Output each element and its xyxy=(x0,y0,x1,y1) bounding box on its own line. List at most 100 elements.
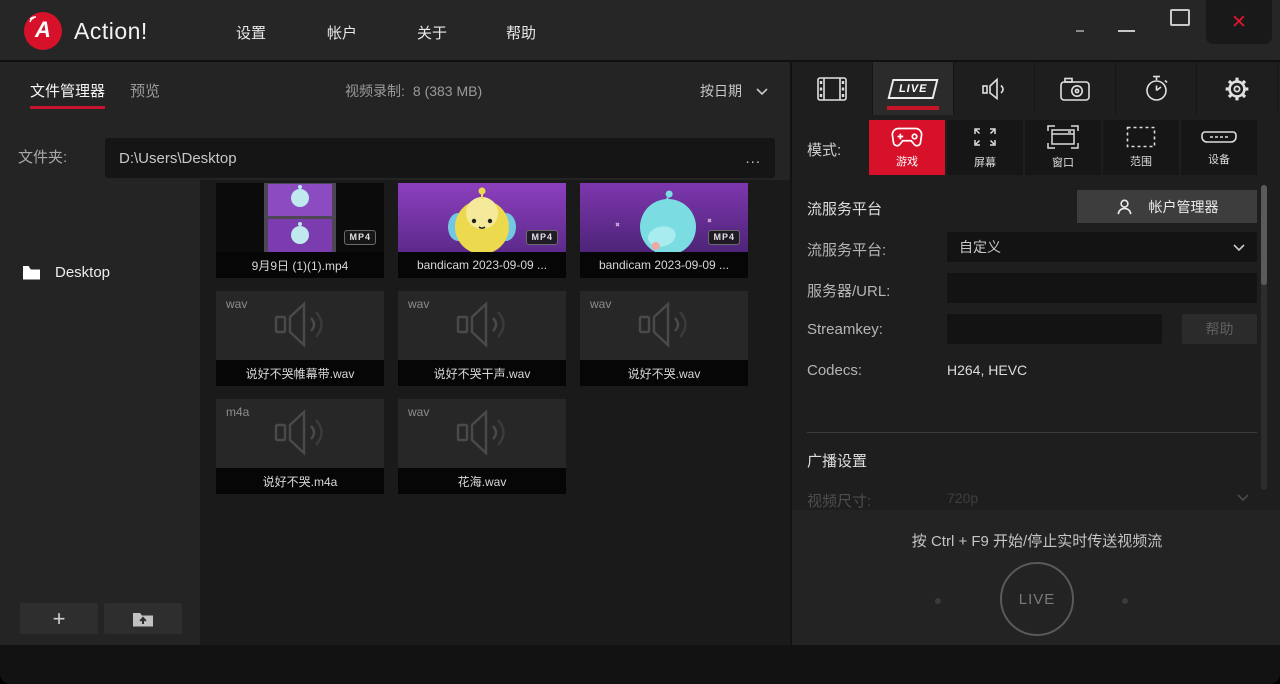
add-icon: + xyxy=(53,606,66,632)
file-tile-audio[interactable]: wav 说好不哭干声.wav xyxy=(398,291,566,386)
streamkey-field xyxy=(947,314,1162,344)
app-title: Action! xyxy=(74,18,148,45)
server-url-label: 服务器/URL: xyxy=(807,280,890,301)
maximize-button[interactable] xyxy=(1170,9,1190,26)
tab-settings[interactable] xyxy=(1197,62,1278,115)
chevron-down-icon xyxy=(1237,494,1249,501)
mode-region-button[interactable]: 范围 xyxy=(1103,120,1179,175)
recordings-summary: 视频录制:8 (383 MB) xyxy=(345,81,482,101)
file-name: bandicam 2023-09-09 ... xyxy=(398,252,566,278)
tab-screenshots[interactable] xyxy=(1035,62,1116,115)
timer-tab-icon xyxy=(1143,75,1170,102)
mode-screen-button[interactable]: 屏幕 xyxy=(947,120,1023,175)
mode-window-button[interactable]: 窗口 xyxy=(1025,120,1101,175)
live-hotkey-hint: 按 Ctrl + F9 开始/停止实时传送视频流 xyxy=(792,530,1280,551)
device-icon xyxy=(1201,128,1237,146)
menu-settings[interactable]: 设置 xyxy=(236,22,266,43)
file-tile-video[interactable]: MP4 bandicam 2023-09-09 ... xyxy=(580,183,748,278)
file-tile-audio[interactable]: wav 说好不哭.wav xyxy=(580,291,748,386)
recordings-tab-icon xyxy=(817,77,847,101)
live-start-button[interactable]: LIVE xyxy=(1000,562,1074,636)
live-tab-icon: LIVE xyxy=(887,79,938,99)
audio-type-label: wav xyxy=(408,405,429,419)
tree-item-desktop[interactable]: Desktop xyxy=(0,258,200,286)
menu-account[interactable]: 帐户 xyxy=(327,22,357,43)
tab-audio[interactable] xyxy=(954,62,1035,115)
sort-by-dropdown[interactable]: 按日期 xyxy=(700,81,768,101)
region-icon xyxy=(1126,126,1156,148)
scrollbar-thumb[interactable] xyxy=(1261,185,1267,285)
file-tile-video[interactable]: MP4 9月9日 (1)(1).mp4 xyxy=(216,183,384,278)
import-folder-button[interactable] xyxy=(104,603,182,634)
file-name: 说好不哭.wav xyxy=(580,360,748,386)
add-folder-button[interactable]: + xyxy=(20,603,98,634)
platform-dropdown[interactable]: 自定义 xyxy=(947,232,1257,262)
tab-live[interactable]: LIVE xyxy=(873,62,954,115)
audio-type-label: wav xyxy=(408,297,429,311)
browse-folder-button[interactable]: ... xyxy=(745,150,761,167)
decor-dot-icon xyxy=(935,598,941,604)
speaker-icon xyxy=(448,407,516,457)
file-name: bandicam 2023-09-09 ... xyxy=(580,252,748,278)
video-size-value: 720p xyxy=(947,490,978,506)
speaker-icon xyxy=(448,299,516,349)
gamepad-icon xyxy=(890,126,924,148)
mode-device-button[interactable]: 设备 xyxy=(1181,120,1257,175)
screenshot-tab-icon xyxy=(1060,77,1090,101)
minimize-button[interactable] xyxy=(1118,30,1135,32)
pin-icon[interactable] xyxy=(1076,30,1084,32)
tab-recordings[interactable] xyxy=(792,62,873,115)
stream-section-title: 流服务平台 xyxy=(807,198,882,219)
server-url-input[interactable] xyxy=(959,280,1245,296)
speaker-icon xyxy=(266,299,334,349)
mode-game-button[interactable]: 游戏 xyxy=(869,120,945,175)
video-thumbnail: MP4 xyxy=(398,183,566,252)
chevron-down-icon xyxy=(1233,244,1245,251)
folder-label: 文件夹: xyxy=(18,146,67,167)
live-footer: 按 Ctrl + F9 开始/停止实时传送视频流 LIVE xyxy=(792,510,1280,645)
tab-preview[interactable]: 预览 xyxy=(130,80,160,101)
file-name: 说好不哭.m4a xyxy=(216,468,384,494)
close-button[interactable]: ✕ xyxy=(1206,0,1272,44)
live-panel: LIVE 模式: 游戏 屏幕 xyxy=(790,62,1280,645)
platform-value: 自定义 xyxy=(959,237,1001,257)
file-tile-audio[interactable]: wav 花海.wav xyxy=(398,399,566,494)
settings-tab-icon xyxy=(1223,75,1251,103)
video-size-label: 视频尺寸: xyxy=(807,490,871,511)
tab-timer[interactable] xyxy=(1116,62,1197,115)
section-divider xyxy=(807,432,1257,433)
titlebar: A Action! 设置 帐户 关于 帮助 ✕ xyxy=(0,0,1280,62)
settings-scrollbar[interactable] xyxy=(1261,185,1267,490)
window-bottom-strip xyxy=(0,645,1280,684)
app-window: A Action! 设置 帐户 关于 帮助 ✕ 文件管理器 预览 视频录制:8 … xyxy=(0,0,1280,684)
right-panel-tabs: LIVE xyxy=(792,62,1280,115)
help-button[interactable]: 帮助 xyxy=(1182,314,1257,344)
streamkey-label: Streamkey: xyxy=(807,321,883,338)
menu-about[interactable]: 关于 xyxy=(417,22,447,43)
account-manager-button[interactable]: 帐户管理器 xyxy=(1077,190,1257,223)
file-tile-audio[interactable]: wav 说好不哭帷幕带.wav xyxy=(216,291,384,386)
tab-file-manager[interactable]: 文件管理器 xyxy=(30,80,105,101)
file-grid: MP4 9月9日 (1)(1).mp4 xyxy=(200,180,790,645)
codecs-value: H264, HEVC xyxy=(947,362,1027,378)
file-name: 9月9日 (1)(1).mp4 xyxy=(216,252,384,278)
server-url-field xyxy=(947,273,1257,303)
app-logo-icon: A xyxy=(24,12,62,50)
chevron-down-icon xyxy=(756,88,768,95)
file-tile-audio[interactable]: m4a 说好不哭.m4a xyxy=(216,399,384,494)
file-tile-video[interactable]: MP4 bandicam 2023-09-09 ... xyxy=(398,183,566,278)
screen-icon xyxy=(971,125,999,149)
streamkey-input[interactable] xyxy=(959,321,1150,337)
mode-label: 模式: xyxy=(807,139,841,160)
video-thumbnail: MP4 xyxy=(216,183,384,252)
import-folder-icon xyxy=(132,610,154,627)
broadcast-section-title: 广播设置 xyxy=(807,450,867,471)
mode-row: 模式: 游戏 屏幕 窗口 范围 设备 xyxy=(792,115,1280,180)
video-thumbnail: MP4 xyxy=(580,183,748,252)
folder-icon xyxy=(22,265,41,280)
codecs-label: Codecs: xyxy=(807,362,862,379)
menu-help[interactable]: 帮助 xyxy=(506,22,536,43)
window-icon xyxy=(1047,125,1079,149)
file-name: 说好不哭干声.wav xyxy=(398,360,566,386)
folder-path-input[interactable]: D:\Users\Desktop ... xyxy=(105,138,775,178)
